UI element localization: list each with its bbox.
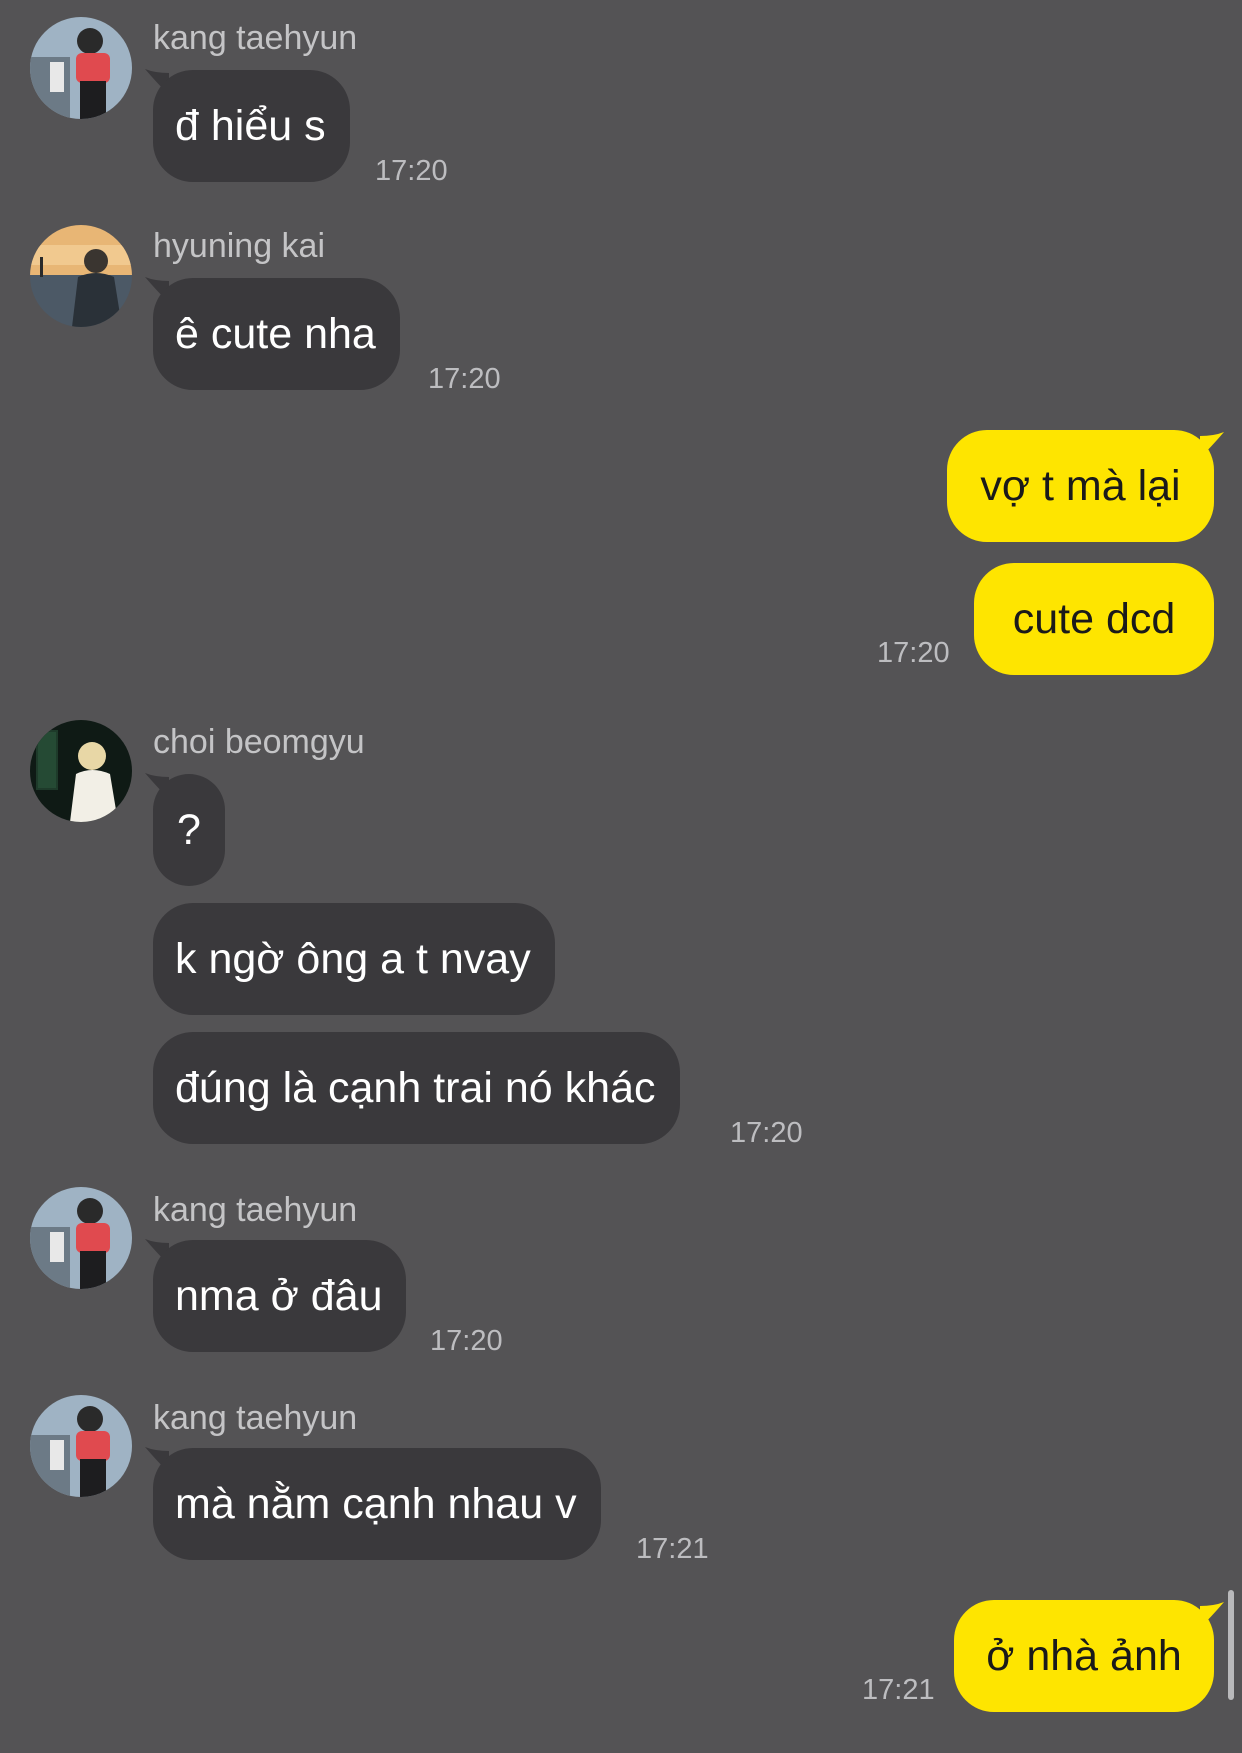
message-bubble-incoming[interactable]: mà nằm cạnh nhau v <box>153 1448 601 1560</box>
message-bubble-incoming[interactable]: đ hiểu s <box>153 70 350 182</box>
scrollbar[interactable] <box>1228 1590 1234 1700</box>
avatar-kang-taehyun[interactable] <box>30 1395 132 1497</box>
avatar-kang-taehyun[interactable] <box>30 1187 132 1289</box>
message-bubble-incoming[interactable]: đúng là cạnh trai nó khác <box>153 1032 680 1144</box>
message-bubble-incoming[interactable]: nma ở đâu <box>153 1240 407 1352</box>
message-timestamp: 17:20 <box>730 1117 803 1149</box>
message-bubble-incoming[interactable]: ? <box>153 774 225 886</box>
message-timestamp: 17:21 <box>636 1533 709 1565</box>
avatar-choi-beomgyu[interactable] <box>30 720 132 822</box>
message-timestamp: 17:20 <box>430 1325 503 1357</box>
avatar-hyuning-kai[interactable] <box>30 225 132 327</box>
message-bubble-outgoing[interactable]: vợ t mà lại <box>947 430 1214 542</box>
avatar-photo-icon <box>30 1187 132 1289</box>
message-timestamp: 17:20 <box>428 363 501 395</box>
message-bubble-outgoing[interactable]: cute dcd <box>974 563 1214 675</box>
avatar-photo-icon <box>30 17 132 119</box>
sender-name: kang taehyun <box>153 1191 358 1229</box>
sender-name: kang taehyun <box>153 19 358 57</box>
message-timestamp: 17:21 <box>862 1674 935 1706</box>
message-bubble-outgoing[interactable]: ở nhà ảnh <box>954 1600 1214 1712</box>
message-bubble-incoming[interactable]: k ngờ ông a t nvay <box>153 903 555 1015</box>
avatar-photo-icon <box>30 225 132 327</box>
avatar-photo-icon <box>30 720 132 822</box>
avatar-photo-icon <box>30 1395 132 1497</box>
sender-name: hyuning kai <box>153 227 326 265</box>
avatar-kang-taehyun[interactable] <box>30 17 132 119</box>
message-timestamp: 17:20 <box>877 637 950 669</box>
message-bubble-incoming[interactable]: ê cute nha <box>153 278 400 390</box>
sender-name: choi beomgyu <box>153 723 365 761</box>
message-timestamp: 17:20 <box>375 155 448 187</box>
sender-name: kang taehyun <box>153 1399 358 1437</box>
